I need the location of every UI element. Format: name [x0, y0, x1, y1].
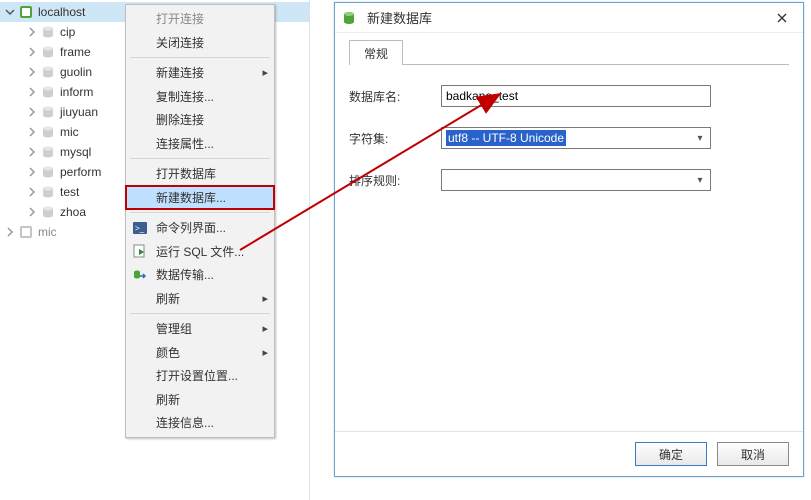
menu-item-label: 连接属性...: [156, 135, 214, 152]
database-icon: [40, 204, 56, 220]
close-button[interactable]: [767, 7, 797, 29]
menu-item-label: 连接信息...: [156, 414, 214, 431]
menu-item[interactable]: 打开数据库: [126, 162, 274, 186]
ok-button[interactable]: 确定: [635, 442, 707, 466]
tree-root-label: localhost: [38, 5, 85, 19]
label-collation: 排序规则:: [349, 172, 429, 189]
expand-icon[interactable]: [26, 206, 38, 218]
chevron-down-icon: ▾: [692, 172, 708, 188]
label-charset: 字符集:: [349, 130, 429, 147]
expand-icon[interactable]: [26, 26, 38, 38]
menu-item[interactable]: 复制连接...: [126, 85, 274, 109]
menu-item[interactable]: 新建数据库...: [126, 186, 274, 210]
connection-inactive-icon: [18, 224, 34, 240]
menu-item-label: 数据传输...: [156, 266, 214, 283]
menu-item[interactable]: 颜色: [126, 341, 274, 365]
menu-item[interactable]: 刷新: [126, 287, 274, 311]
label-dbname: 数据库名:: [349, 88, 429, 105]
menu-item[interactable]: 运行 SQL 文件...: [126, 240, 274, 264]
menu-item-label: 删除连接: [156, 111, 204, 128]
dialog-tabs: 常规: [349, 39, 789, 65]
charset-combo[interactable]: utf8 -- UTF-8 Unicode ▾: [441, 127, 711, 149]
database-icon: [40, 164, 56, 180]
menu-item-label: 运行 SQL 文件...: [156, 243, 244, 260]
menu-item[interactable]: 新建连接: [126, 61, 274, 85]
menu-separator: [130, 57, 270, 58]
menu-item-label: 刷新: [156, 290, 180, 307]
expand-icon[interactable]: [26, 106, 38, 118]
database-icon: [40, 64, 56, 80]
expand-icon[interactable]: [26, 126, 38, 138]
expand-icon[interactable]: [26, 66, 38, 78]
collapse-icon[interactable]: [4, 6, 16, 18]
data-transfer-icon: [132, 267, 148, 283]
tree-extra-label: mic: [38, 225, 57, 239]
cmd-icon: >_: [132, 220, 148, 236]
database-icon: [40, 44, 56, 60]
context-menu: 打开连接关闭连接新建连接复制连接... 删除连接连接属性... 打开数据库新建数据库…: [125, 4, 275, 438]
menu-item-label: 打开数据库: [156, 165, 216, 182]
menu-item[interactable]: 管理组: [126, 317, 274, 341]
menu-item[interactable]: 连接属性...: [126, 132, 274, 156]
menu-item-label: 打开设置位置...: [156, 367, 238, 384]
dbname-input[interactable]: [441, 85, 711, 107]
menu-item-label: 颜色: [156, 344, 180, 361]
menu-separator: [130, 313, 270, 314]
charset-value: utf8 -- UTF-8 Unicode: [446, 130, 566, 146]
menu-separator: [130, 158, 270, 159]
menu-item-label: 命令列界面...: [156, 219, 226, 236]
tree-db-label: inform: [60, 85, 93, 99]
database-icon: [40, 144, 56, 160]
menu-item[interactable]: 数据传输...: [126, 263, 274, 287]
menu-item: 打开连接: [126, 7, 274, 31]
new-database-dialog: 新建数据库 常规 数据库名: 字符集: utf8 -- UTF-8 Unicod…: [334, 2, 804, 477]
menu-item-label: 复制连接...: [156, 88, 214, 105]
tree-db-label: test: [60, 185, 79, 199]
sql-run-icon: [132, 243, 148, 259]
menu-item-label: 管理组: [156, 320, 192, 337]
tree-db-label: perform: [60, 165, 101, 179]
tree-db-label: mic: [60, 125, 79, 139]
menu-item-label: 新建数据库...: [156, 189, 226, 206]
svg-text:>_: >_: [135, 224, 145, 233]
connection-icon: [18, 4, 34, 20]
menu-item-label: 刷新: [156, 391, 180, 408]
tree-db-label: jiuyuan: [60, 105, 98, 119]
database-icon: [341, 10, 357, 26]
expand-icon[interactable]: [26, 166, 38, 178]
expand-icon[interactable]: [26, 86, 38, 98]
database-icon: [40, 184, 56, 200]
menu-item[interactable]: 删除连接: [126, 108, 274, 132]
database-icon: [40, 104, 56, 120]
tree-db-label: guolin: [60, 65, 92, 79]
menu-item[interactable]: 打开设置位置...: [126, 364, 274, 388]
tree-db-label: zhoa: [60, 205, 86, 219]
menu-item[interactable]: 连接信息...: [126, 411, 274, 435]
chevron-down-icon: ▾: [692, 130, 708, 146]
menu-item[interactable]: 刷新: [126, 388, 274, 412]
expand-icon[interactable]: [26, 186, 38, 198]
menu-item-label: 关闭连接: [156, 34, 204, 51]
menu-separator: [130, 212, 270, 213]
expand-icon[interactable]: [26, 46, 38, 58]
tree-db-label: frame: [60, 45, 91, 59]
database-icon: [40, 124, 56, 140]
database-icon: [40, 84, 56, 100]
expand-icon[interactable]: [4, 226, 16, 238]
tree-db-label: cip: [60, 25, 75, 39]
tab-general[interactable]: 常规: [349, 40, 403, 65]
menu-item[interactable]: >_ 命令列界面...: [126, 216, 274, 240]
menu-item[interactable]: 关闭连接: [126, 31, 274, 55]
menu-item-label: 打开连接: [156, 10, 204, 27]
dialog-titlebar[interactable]: 新建数据库: [335, 3, 803, 33]
tree-db-label: mysql: [60, 145, 91, 159]
collation-combo[interactable]: ▾: [441, 169, 711, 191]
cancel-button[interactable]: 取消: [717, 442, 789, 466]
database-icon: [40, 24, 56, 40]
dialog-title: 新建数据库: [367, 8, 432, 27]
expand-icon[interactable]: [26, 146, 38, 158]
menu-item-label: 新建连接: [156, 64, 204, 81]
